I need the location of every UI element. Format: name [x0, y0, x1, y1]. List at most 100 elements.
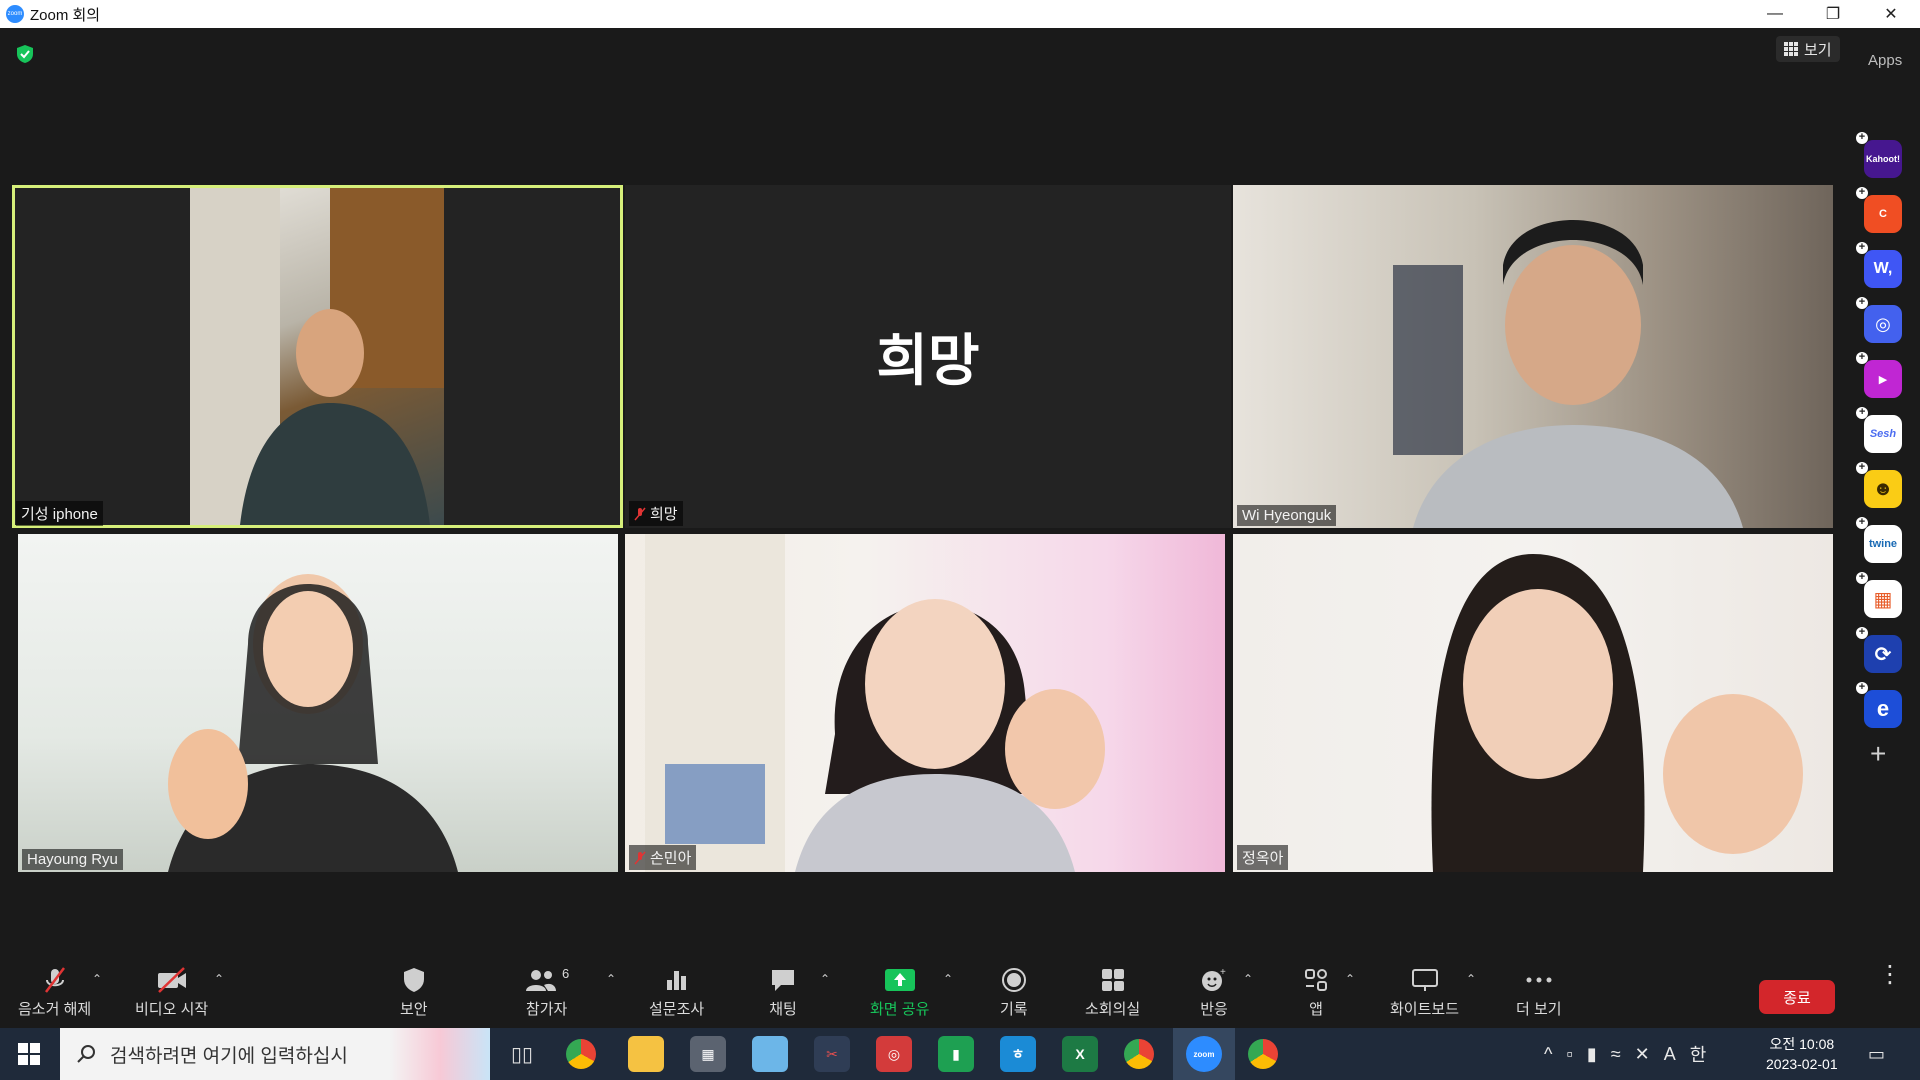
chrome-second-icon[interactable]: [1248, 1039, 1278, 1069]
taskbar-clock[interactable]: 오전 10:08 2023-02-01: [1766, 1034, 1838, 1074]
share-screen-button[interactable]: 화면 공유: [870, 966, 929, 1019]
notepad-icon[interactable]: [752, 1036, 788, 1072]
person-silhouette-icon: [168, 574, 458, 872]
camera-tray-icon[interactable]: ▫: [1566, 1044, 1572, 1065]
chrome-icon[interactable]: [566, 1039, 596, 1069]
participant-name: 손민아: [650, 850, 692, 867]
participant-tile[interactable]: 정옥아: [1233, 534, 1833, 872]
participant-name-tag: 손민아: [629, 845, 697, 870]
start-video-button[interactable]: 비디오 시작: [135, 966, 208, 1019]
reactions-options-caret[interactable]: ⌃: [1243, 972, 1253, 986]
participant-video: [190, 188, 444, 525]
chat-options-caret[interactable]: ⌃: [820, 972, 830, 986]
ime-mode-a[interactable]: A: [1664, 1044, 1676, 1065]
polls-button[interactable]: 설문조사: [649, 966, 704, 1019]
reactions-button[interactable]: + 반응: [1200, 966, 1228, 1019]
more-button[interactable]: 더 보기: [1516, 966, 1562, 1019]
calculator-icon[interactable]: ▦: [690, 1036, 726, 1072]
add-app-icon[interactable]: +: [1870, 738, 1886, 770]
person-silhouette-icon: [645, 534, 1105, 872]
participants-options-caret[interactable]: ⌃: [606, 972, 616, 986]
file-explorer-icon[interactable]: [628, 1036, 664, 1072]
add-icon: +: [1856, 132, 1868, 144]
share-options-caret[interactable]: ⌃: [943, 972, 953, 986]
participant-video: [18, 534, 618, 872]
app-video[interactable]: + ▶: [1856, 352, 1902, 398]
end-meeting-button[interactable]: 종료: [1759, 980, 1835, 1014]
volume-mute-icon[interactable]: ✕: [1635, 1044, 1650, 1065]
close-button[interactable]: ✕: [1862, 0, 1920, 28]
record-button[interactable]: 기록: [1000, 966, 1028, 1019]
app-e[interactable]: + e: [1856, 682, 1902, 728]
app-sync[interactable]: + ⟳: [1856, 627, 1902, 673]
more-dots-icon: [1526, 977, 1552, 983]
chat-bubble-icon: [772, 970, 794, 991]
notification-center-icon[interactable]: ▭: [1868, 1028, 1885, 1080]
app-grid[interactable]: + ▦: [1856, 572, 1902, 618]
app-smile[interactable]: + ☻: [1856, 462, 1902, 508]
add-icon: +: [1856, 187, 1868, 199]
audio-options-caret[interactable]: ⌃: [92, 972, 102, 986]
chat-button[interactable]: 채팅: [769, 966, 797, 1019]
participants-icon: [526, 970, 556, 991]
taskbar-search[interactable]: 검색하려면 여기에 입력하십시: [60, 1028, 490, 1080]
record-icon: [1001, 968, 1026, 992]
meeting-area: 보기 Apps 기성 iphone 희망 희망 Wi Hyeonguk Hayo…: [0, 28, 1920, 968]
app-kahoot[interactable]: + Kahoot!: [1856, 132, 1902, 178]
add-icon: +: [1856, 517, 1868, 529]
encryption-shield-icon[interactable]: [16, 44, 34, 64]
vertical-more-icon[interactable]: ⋮: [1878, 963, 1902, 987]
breakout-rooms-button[interactable]: 소회의실: [1085, 966, 1140, 1019]
wifi-icon[interactable]: ≈: [1611, 1044, 1621, 1065]
microphone-tray-icon[interactable]: ▮: [1587, 1044, 1597, 1065]
participant-tile[interactable]: Hayoung Ryu: [18, 534, 618, 872]
ime-mode-han[interactable]: 한: [1690, 1041, 1707, 1067]
hwp-icon[interactable]: ㅎ: [1000, 1036, 1036, 1072]
app-twine[interactable]: + twine: [1856, 517, 1902, 563]
unmute-button[interactable]: 음소거 해제: [18, 966, 91, 1019]
participant-display-name: 희망: [876, 329, 980, 392]
muted-mic-icon: [634, 507, 646, 520]
svg-text:+: +: [1220, 967, 1226, 978]
app-wooclap[interactable]: + W,: [1856, 242, 1902, 288]
participants-button[interactable]: 6 참가자: [524, 966, 569, 1019]
muted-mic-icon: [634, 851, 646, 864]
restore-button[interactable]: ❐: [1804, 0, 1862, 28]
participant-name: 정옥아: [1242, 850, 1284, 867]
task-view-icon[interactable]: ▯▯: [504, 1036, 540, 1072]
participant-tile[interactable]: 손민아: [625, 534, 1225, 872]
system-tray: ^ ▫ ▮ ≈ ✕ A 한: [1544, 1028, 1706, 1080]
video-options-caret[interactable]: ⌃: [214, 972, 224, 986]
apps-options-caret[interactable]: ⌃: [1345, 972, 1355, 986]
app-circle[interactable]: + ◎: [1856, 297, 1902, 343]
participant-video: [1233, 185, 1833, 528]
search-icon: [77, 1045, 95, 1063]
excel-icon[interactable]: X: [1062, 1036, 1098, 1072]
view-button[interactable]: 보기: [1776, 36, 1840, 62]
app-c[interactable]: + C: [1856, 187, 1902, 233]
whiteboard-options-caret[interactable]: ⌃: [1466, 972, 1476, 986]
muted-mic-icon: [44, 967, 65, 993]
whiteboard-button[interactable]: 화이트보드: [1390, 966, 1459, 1019]
zoom-taskbar-icon[interactable]: zoom: [1186, 1036, 1222, 1072]
participant-tile[interactable]: Wi Hyeonguk: [1233, 185, 1833, 528]
person-silhouette-icon: [1393, 220, 1743, 528]
minimize-button[interactable]: —: [1746, 0, 1804, 28]
apps-button[interactable]: 앱: [1303, 966, 1329, 1019]
chrome-profile-icon[interactable]: [1124, 1039, 1154, 1069]
snipping-tool-icon[interactable]: ✂: [814, 1036, 850, 1072]
participant-tile[interactable]: 희망 희망: [625, 185, 1231, 528]
person-silhouette-icon: [1431, 554, 1803, 872]
participants-count: 6: [562, 966, 570, 981]
window-title: Zoom 회의: [30, 6, 101, 24]
participant-video: [625, 534, 1225, 872]
chart-app-icon[interactable]: ▮: [938, 1036, 974, 1072]
window-controls: — ❐ ✕: [1746, 0, 1920, 28]
participant-tile[interactable]: 기성 iphone: [12, 185, 623, 528]
security-button[interactable]: 보안: [400, 966, 428, 1019]
hangul-app-icon[interactable]: ◎: [876, 1036, 912, 1072]
window-titlebar: zoom Zoom 회의 — ❐ ✕: [0, 0, 1920, 28]
start-button[interactable]: [0, 1028, 58, 1080]
app-sesh[interactable]: + Sesh: [1856, 407, 1902, 453]
tray-overflow-icon[interactable]: ^: [1544, 1044, 1552, 1065]
